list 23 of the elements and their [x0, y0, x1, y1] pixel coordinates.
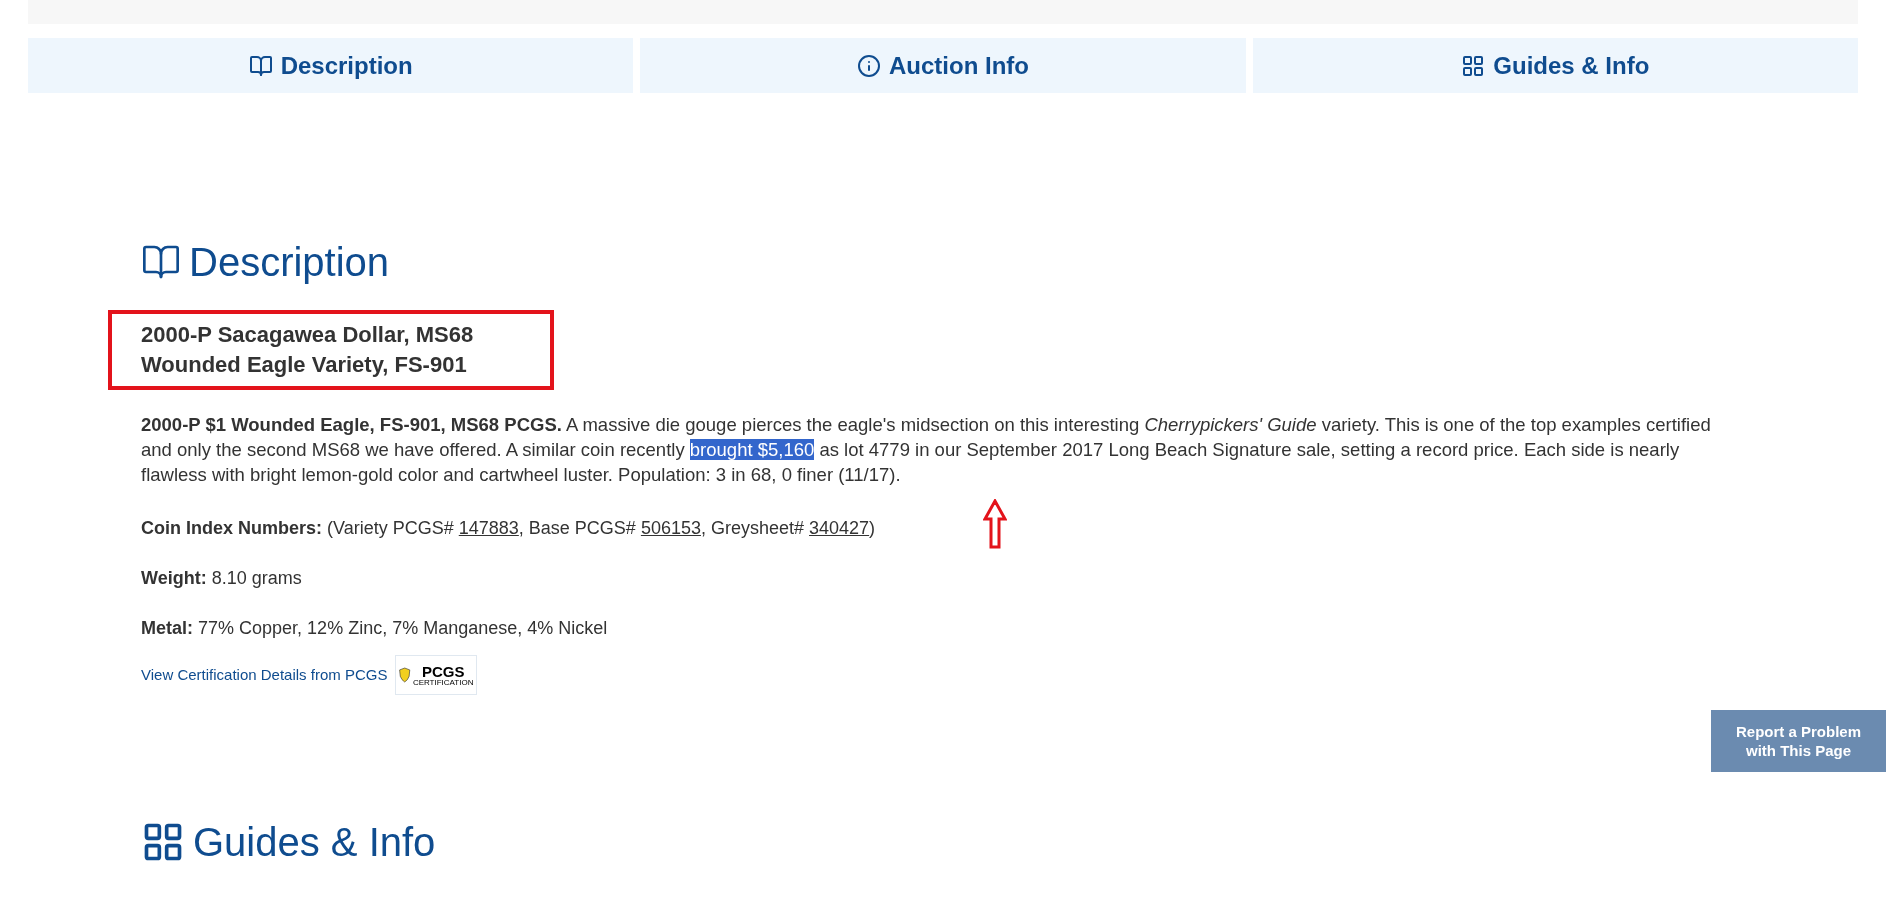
grid-icon	[1461, 53, 1486, 78]
coin-index-text: Coin Index Numbers: (Variety PCGS# 147883, Base PCGS# 506153, Greysheet# 340427)	[141, 517, 877, 539]
logo-brand: PCGS	[421, 663, 465, 679]
coin-title: Wounded Eagle Variety, FS-901	[141, 351, 468, 379]
weight-text: Weight: 8.10 grams	[141, 567, 303, 589]
annotation-arrow	[983, 499, 1007, 549]
logo-caption: CERTIFICATION	[412, 678, 474, 687]
report-problem-button[interactable]: Report a Problem with This Page	[1711, 710, 1886, 772]
tab[interactable]: Description	[28, 38, 634, 93]
pcgs-number-link[interactable]: 506153	[640, 518, 701, 538]
tab[interactable]: Auction Info	[640, 38, 1246, 93]
section-heading: Description	[189, 242, 390, 282]
pcgs-logo[interactable]: PCGS CERTIFICATION	[395, 655, 478, 695]
pcgs-number-link[interactable]: 340427	[809, 518, 870, 538]
coin-title: 2000-P Sacagawea Dollar, MS68	[141, 321, 475, 349]
certification-link[interactable]: View Certification Details from PCGS	[141, 663, 388, 687]
info-icon	[857, 53, 881, 78]
tab[interactable]: Guides & Info	[1252, 38, 1858, 93]
description-paragraph: 2000-P $1 Wounded Eagle, FS-901, MS68 PCGS. A massive die gouge pierces the eagle's midsection on this interesting Cherrypickers' Guide variety. This is one of the top examples certified and only the second MS68 we have offered. A similar coin recently brought $5,160 as lot 4779 in our September 2017 Long Beach Signature sale, setting a record price. Each side is nearly flawless with bright lemon-gold color and cartwheel luster. Population: 3 in 68, 0 finer (11/17).	[141, 413, 1712, 487]
pcgs-number-link[interactable]: 147883	[458, 518, 519, 538]
metal-text: Metal: 77% Copper, 12% Zinc, 7% Manganese, 4% Nickel	[141, 617, 609, 639]
book-icon	[248, 53, 273, 78]
section-heading: Guides & Info	[193, 822, 436, 862]
